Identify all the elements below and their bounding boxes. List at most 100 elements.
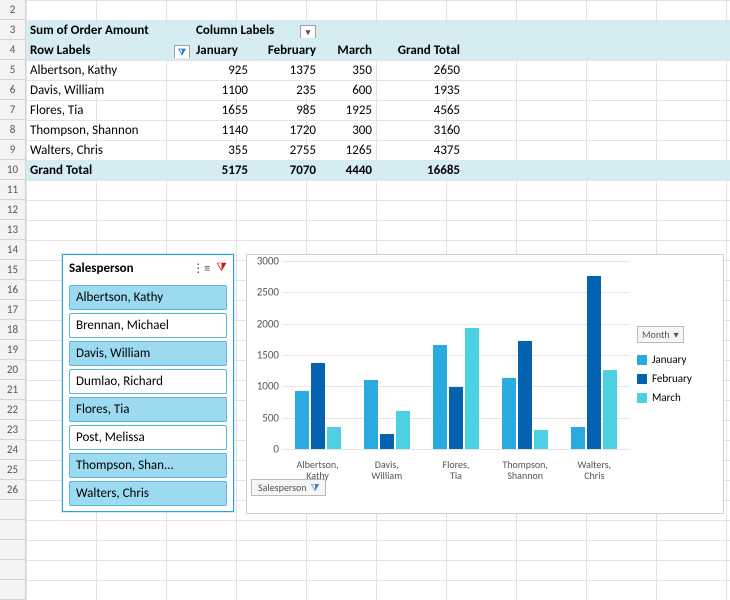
table-row: Walters, Chris355275512654375: [26, 140, 730, 160]
row-header[interactable]: 11: [0, 180, 26, 200]
row-header[interactable]: 6: [0, 80, 26, 100]
slicer-item[interactable]: Post, Melissa: [69, 425, 227, 450]
bar[interactable]: [603, 370, 617, 449]
row-header[interactable]: 17: [0, 300, 26, 320]
table-row: Davis, William11002356001935: [26, 80, 730, 100]
row-header[interactable]: 16: [0, 280, 26, 300]
row-header[interactable]: 7: [0, 100, 26, 120]
cell-jan[interactable]: 1140: [192, 123, 252, 138]
row-header[interactable]: 2: [0, 0, 26, 20]
cell-jan[interactable]: 1100: [192, 83, 252, 98]
row-name[interactable]: Flores, Tia: [26, 103, 192, 118]
swatch-march: [637, 393, 647, 403]
cell-jan[interactable]: 355: [192, 143, 252, 158]
bar[interactable]: [380, 434, 394, 449]
col-header-march[interactable]: March: [320, 43, 376, 58]
column-labels-dropdown-icon[interactable]: ▾: [300, 25, 316, 38]
gt-mar: 4440: [320, 163, 376, 178]
row-header[interactable]: 14: [0, 240, 26, 260]
slicer-item[interactable]: Davis, William: [69, 341, 227, 366]
bar[interactable]: [465, 328, 479, 449]
slicer-item[interactable]: Dumlao, Richard: [69, 369, 227, 394]
row-header[interactable]: 13: [0, 220, 26, 240]
cell-feb[interactable]: 2755: [252, 143, 320, 158]
row-header[interactable]: 21: [0, 380, 26, 400]
legend-february: February: [652, 372, 692, 385]
col-header-grand-total[interactable]: Grand Total: [376, 43, 464, 58]
bar[interactable]: [433, 345, 447, 449]
row-labels-header[interactable]: Row Labels ⧩: [26, 43, 192, 58]
y-tick-label: 1000: [249, 380, 279, 393]
bar[interactable]: [295, 391, 309, 449]
legend-field-button-month[interactable]: Month ▾: [637, 326, 684, 343]
cell-feb[interactable]: 1375: [252, 63, 320, 78]
cell-mar[interactable]: 1265: [320, 143, 376, 158]
slicer-item[interactable]: Albertson, Kathy: [69, 285, 227, 310]
row-header[interactable]: 3: [0, 20, 26, 40]
chart-plot-area: 050010001500200025003000Albertson,KathyD…: [251, 261, 629, 469]
pivot-chart[interactable]: 050010001500200025003000Albertson,KathyD…: [246, 254, 724, 514]
row-header[interactable]: 19: [0, 340, 26, 360]
cell-jan[interactable]: 1655: [192, 103, 252, 118]
cell-mar[interactable]: 1925: [320, 103, 376, 118]
cell-mar[interactable]: 300: [320, 123, 376, 138]
bar[interactable]: [571, 427, 585, 449]
slicer-item[interactable]: Flores, Tia: [69, 397, 227, 422]
col-header-january[interactable]: January: [192, 43, 252, 58]
cell-mar[interactable]: 350: [320, 63, 376, 78]
cell-gt[interactable]: 4565: [376, 103, 464, 118]
row-name[interactable]: Thompson, Shannon: [26, 123, 192, 138]
cell-gt[interactable]: 1935: [376, 83, 464, 98]
cell-gt[interactable]: 2650: [376, 63, 464, 78]
bar[interactable]: [449, 387, 463, 449]
bar[interactable]: [587, 276, 601, 449]
chevron-down-icon: ▾: [674, 328, 679, 341]
row-header[interactable]: 8: [0, 120, 26, 140]
slicer-item[interactable]: Walters, Chris: [69, 481, 227, 506]
cell-feb[interactable]: 235: [252, 83, 320, 98]
cell-gt[interactable]: 4375: [376, 143, 464, 158]
cell-mar[interactable]: 600: [320, 83, 376, 98]
slicer-salesperson[interactable]: Salesperson ⋮≡ ⧩ Albertson, KathyBrennan…: [62, 254, 234, 512]
row-labels-filter-icon[interactable]: ⧩: [174, 45, 190, 58]
x-tick-label: Thompson,Shannon: [495, 459, 555, 481]
bar[interactable]: [396, 411, 410, 449]
column-labels-header[interactable]: Column Labels ▾: [192, 23, 318, 38]
cell-feb[interactable]: 1720: [252, 123, 320, 138]
row-header[interactable]: 9: [0, 140, 26, 160]
row-header[interactable]: 25: [0, 460, 26, 480]
row-labels-text: Row Labels: [30, 43, 91, 58]
table-row: Thompson, Shannon114017203003160: [26, 120, 730, 140]
cell-jan[interactable]: 925: [192, 63, 252, 78]
row-header[interactable]: 18: [0, 320, 26, 340]
row-header[interactable]: 4: [0, 40, 26, 60]
row-name[interactable]: Walters, Chris: [26, 143, 192, 158]
bar[interactable]: [364, 380, 378, 449]
col-header-february[interactable]: February: [252, 43, 320, 58]
slicer-multiselect-icon[interactable]: ⋮≡: [192, 261, 210, 276]
swatch-february: [637, 374, 647, 384]
grand-total-label: Grand Total: [26, 163, 192, 178]
row-header[interactable]: 20: [0, 360, 26, 380]
slicer-item[interactable]: Brennan, Michael: [69, 313, 227, 338]
row-header[interactable]: 22: [0, 400, 26, 420]
row-header[interactable]: 26: [0, 480, 26, 500]
bar[interactable]: [534, 430, 548, 449]
x-tick-label: Flores,Tia: [426, 459, 486, 481]
bar[interactable]: [518, 341, 532, 449]
bar[interactable]: [502, 378, 516, 449]
slicer-clear-filter-icon[interactable]: ⧩: [216, 261, 227, 276]
row-header[interactable]: 5: [0, 60, 26, 80]
row-header[interactable]: 23: [0, 420, 26, 440]
row-name[interactable]: Albertson, Kathy: [26, 63, 192, 78]
cell-feb[interactable]: 985: [252, 103, 320, 118]
bar[interactable]: [311, 363, 325, 449]
cell-gt[interactable]: 3160: [376, 123, 464, 138]
row-header[interactable]: 12: [0, 200, 26, 220]
slicer-item[interactable]: Thompson, Shan...: [69, 453, 227, 478]
bar[interactable]: [327, 427, 341, 449]
row-header[interactable]: 15: [0, 260, 26, 280]
row-name[interactable]: Davis, William: [26, 83, 192, 98]
row-header[interactable]: 24: [0, 440, 26, 460]
row-header[interactable]: 10: [0, 160, 26, 180]
